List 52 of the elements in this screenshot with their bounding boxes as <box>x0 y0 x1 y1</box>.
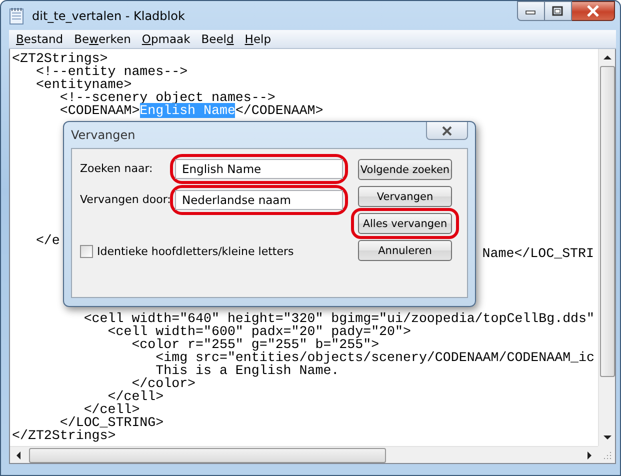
checkbox[interactable] <box>80 245 93 258</box>
code-line: </color> <box>132 376 196 391</box>
code-line: <img src="entities/objects/scenery/CODENAAM/CODENAAM_ic <box>154 350 594 365</box>
window-title: dit_te_vertalen - Kladblok <box>32 8 185 22</box>
field-label: Vervangen door: <box>80 193 170 207</box>
code-line: </e <box>34 233 60 248</box>
scroll-right-icon[interactable] <box>587 450 593 460</box>
code-line: </cell> <box>108 389 164 404</box>
code-line: <!--entity names--> <box>36 64 188 79</box>
dialog-button[interactable]: Volgende zoeken <box>358 159 452 180</box>
minimize-button[interactable] <box>517 1 545 21</box>
code-line: <entityname> <box>34 77 132 92</box>
close-icon <box>586 5 600 17</box>
code-line: This is a English Name. <box>156 363 340 378</box>
dialog-button[interactable]: Vervangen <box>358 186 452 207</box>
code-line: </ZT2Strings> <box>12 428 116 443</box>
scroll-down-icon[interactable] <box>602 435 612 441</box>
dialog-button[interactable]: Annuleren <box>358 240 452 261</box>
maximize-icon <box>552 6 564 16</box>
code-line: Name</LOC_STRI <box>482 246 594 261</box>
menu-item[interactable]: Beeld <box>198 32 242 46</box>
dialog-title: Vervangen <box>71 128 136 142</box>
vertical-scrollbar[interactable] <box>598 49 615 446</box>
code-line: <CODENAAM> <box>58 103 140 118</box>
input-field[interactable]: English Name <box>175 159 343 179</box>
code-line: <!--scenery object names--> <box>60 90 276 105</box>
scroll-thumb[interactable] <box>29 448 386 462</box>
code-line: <cell width="600" padx="20" pady="20"> <box>106 324 411 339</box>
code-line: <color r="255" g="255" b="255"> <box>130 337 380 352</box>
field-label: Zoeken naar: <box>80 162 154 176</box>
menu-item[interactable]: Opmaak <box>138 32 198 46</box>
code-line: </LOC_STRING> <box>60 415 164 430</box>
menu-item[interactable]: Help <box>242 32 280 46</box>
code-line: <ZT2Strings> <box>12 51 108 66</box>
menu-item[interactable]: Bewerken <box>71 32 139 46</box>
close-icon <box>441 126 453 136</box>
code-line: </cell> <box>84 402 140 417</box>
scroll-up-icon[interactable] <box>602 54 612 60</box>
horizontal-scrollbar[interactable] <box>10 446 598 463</box>
scroll-left-icon[interactable] <box>15 450 21 460</box>
selected-text: English Name <box>140 103 236 118</box>
notepad-icon <box>9 6 25 24</box>
checkbox-label: Identieke hoofdletters/kleine letters <box>97 245 294 258</box>
input-field[interactable]: Nederlandse naam <box>175 190 343 210</box>
scroll-thumb[interactable] <box>600 66 614 377</box>
code-line: </CODENAAM> <box>235 103 324 118</box>
code-line: <cell width="640" height="320" bgimg="ui/zoopedia/topCellBg.dds" <box>82 311 594 326</box>
close-button[interactable] <box>572 1 615 21</box>
maximize-button[interactable] <box>545 1 572 21</box>
close-button[interactable] <box>426 122 468 140</box>
menu-item[interactable]: Bestand <box>13 32 72 46</box>
dialog-button[interactable]: Alles vervangen <box>358 213 452 234</box>
